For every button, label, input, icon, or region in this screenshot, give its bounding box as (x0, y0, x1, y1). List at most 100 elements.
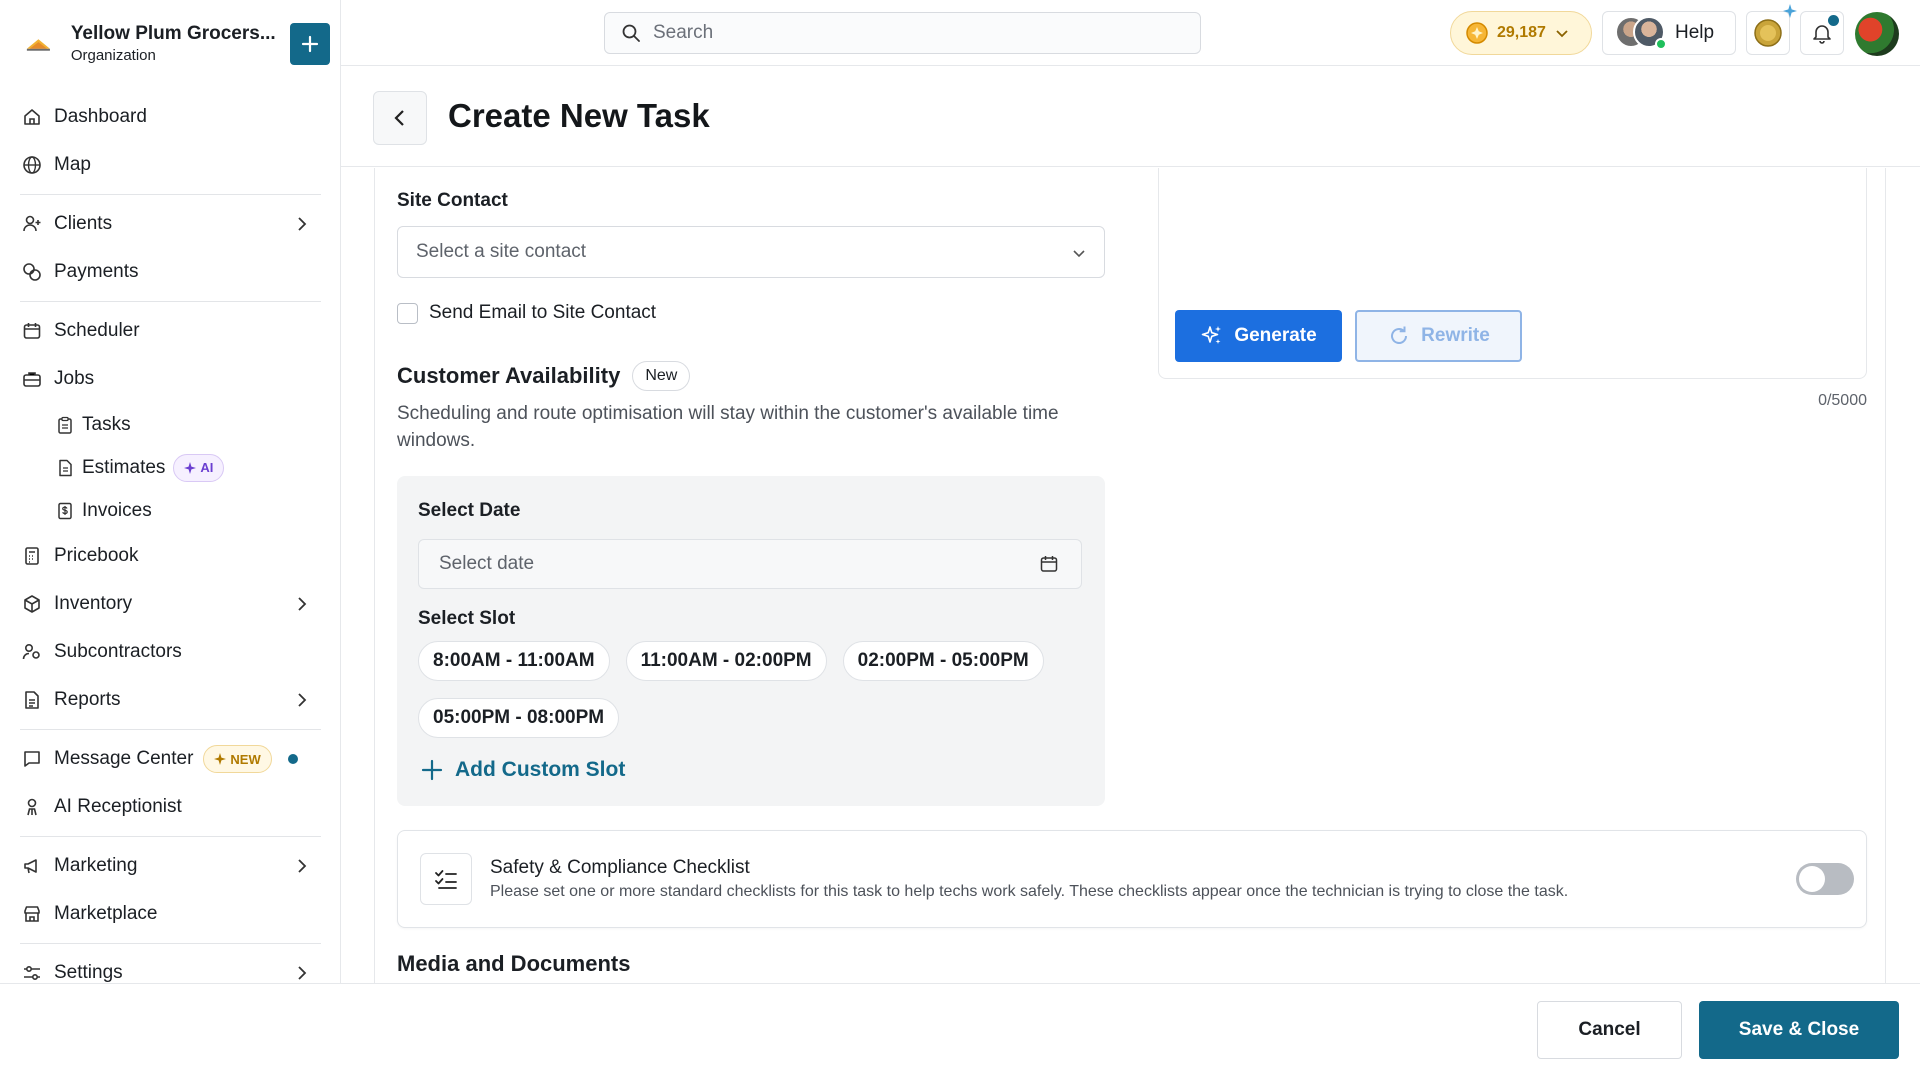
customer-availability-title: Customer Availability (397, 363, 621, 388)
sidebar-item-label: Invoices (82, 499, 152, 521)
sidebar-item-label: Map (54, 154, 91, 175)
org-switcher[interactable]: Yellow Plum Grocers... Organization (24, 18, 330, 70)
character-counter: 0/5000 (1818, 392, 1867, 409)
sidebar-item-label: Marketing (54, 855, 138, 876)
ai-badge: AI (173, 453, 225, 482)
sidebar-item-label: Inventory (54, 593, 133, 614)
sidebar-item-label: Clients (54, 213, 113, 234)
help-button[interactable]: Help (1602, 11, 1736, 55)
safety-checklist-card: Safety & Compliance Checklist Please set… (397, 830, 1867, 928)
back-button[interactable] (373, 91, 427, 145)
add-custom-slot-button[interactable]: Add Custom Slot (421, 758, 625, 782)
calendar-icon (23, 323, 41, 339)
sidebar-item-dashboard[interactable]: Dashboard (0, 93, 341, 141)
sidebar-item-estimates[interactable]: Estimates AI (0, 446, 341, 489)
sidebar-item-marketplace[interactable]: Marketplace (0, 890, 341, 938)
site-contact-select[interactable]: Select a site contact (397, 226, 1105, 278)
add-custom-slot-label: Add Custom Slot (455, 758, 626, 781)
support-avatars (1615, 16, 1667, 50)
invoice-icon (58, 502, 72, 519)
select-slot-label: Select Slot (418, 608, 516, 629)
sidebar-item-label: Scheduler (54, 320, 140, 341)
sidebar-item-payments[interactable]: Payments (0, 248, 341, 296)
coins-balance-button[interactable]: 29,187 (1450, 11, 1592, 55)
page-title: Create New Task (448, 97, 710, 134)
message-icon (24, 751, 40, 767)
report-icon (25, 691, 39, 709)
form-footer: Cancel Save & Close (0, 983, 1920, 1083)
notification-dot (1828, 15, 1839, 26)
sliders-icon (24, 965, 40, 981)
divider (20, 194, 321, 195)
task-form: Site Contact Select a site contact Send … (374, 168, 1886, 983)
sidebar: Yellow Plum Grocers... Organization Dash… (0, 0, 341, 983)
generate-label: Generate (1234, 325, 1317, 346)
chevron-right-icon (298, 859, 307, 873)
ai-badge-label: AI (200, 460, 214, 475)
sidebar-item-marketing[interactable]: Marketing (0, 842, 341, 890)
quick-add-button[interactable] (289, 23, 330, 65)
sidebar-item-clients[interactable]: Clients (0, 200, 341, 248)
toggle-knob (1799, 866, 1825, 892)
rewrite-button[interactable]: Rewrite (1355, 310, 1522, 362)
checklist-icon (420, 853, 472, 905)
save-close-button[interactable]: Save & Close (1699, 1001, 1899, 1059)
search-icon (622, 24, 640, 42)
date-placeholder: Select date (439, 553, 535, 574)
calendar-icon (1040, 556, 1058, 572)
new-badge-label: NEW (230, 751, 261, 767)
safety-checklist-description: Please set one or more standard checklis… (490, 883, 1569, 900)
sidebar-item-subcontractors[interactable]: Subcontractors (0, 628, 341, 676)
ai-description-box: Generate Rewrite (1158, 168, 1867, 379)
notifications-button[interactable] (1800, 11, 1844, 55)
refresh-icon (1391, 326, 1408, 344)
briefcase-icon (23, 372, 41, 387)
sidebar-item-pricebook[interactable]: Pricebook (0, 532, 341, 580)
profile-avatar[interactable] (1855, 12, 1899, 56)
sidebar-item-label: AI Receptionist (54, 796, 182, 817)
search-input[interactable] (653, 22, 1173, 44)
sidebar-item-label: Message Center (54, 748, 194, 769)
top-bar: 29,187 Help (341, 0, 1920, 66)
search-bar[interactable] (604, 12, 1201, 54)
sidebar-item-scheduler[interactable]: Scheduler (0, 307, 341, 355)
home-icon (24, 109, 40, 125)
sidebar-item-inventory[interactable]: Inventory (0, 580, 341, 628)
sidebar-item-message-center[interactable]: Message Center NEW (0, 735, 341, 783)
box-icon (24, 595, 40, 613)
sidebar-item-tasks[interactable]: Tasks (0, 403, 341, 446)
sidebar-item-jobs[interactable]: Jobs (0, 355, 341, 403)
sidebar-item-invoices[interactable]: Invoices (0, 489, 341, 532)
sidebar-item-label: Jobs (54, 368, 95, 389)
generate-button[interactable]: Generate (1175, 310, 1342, 362)
sidebar-item-label: Pricebook (54, 545, 139, 566)
sidebar-item-label: Payments (54, 261, 139, 282)
sidebar-item-reports[interactable]: Reports (0, 676, 341, 724)
slot-option[interactable]: 8:00AM - 11:00AM (418, 641, 610, 681)
sidebar-item-map[interactable]: Map (0, 141, 341, 189)
sidebar-item-label: Subcontractors (54, 641, 182, 662)
megaphone-icon (24, 859, 37, 874)
sidebar-item-label: Reports (54, 689, 121, 710)
divider (20, 943, 321, 944)
cancel-button[interactable]: Cancel (1537, 1001, 1682, 1059)
slot-option[interactable]: 05:00PM - 08:00PM (418, 698, 620, 738)
slot-options: 8:00AM - 11:00AM 11:00AM - 02:00PM 02:00… (418, 641, 1098, 738)
site-contact-placeholder: Select a site contact (416, 241, 587, 262)
sidebar-item-ai-receptionist[interactable]: AI Receptionist (0, 783, 341, 831)
plus-icon (301, 35, 318, 53)
date-picker-input[interactable]: Select date (418, 539, 1082, 589)
sidebar-item-label: Settings (54, 962, 123, 983)
coins-icon (23, 263, 41, 281)
safety-checklist-toggle[interactable] (1796, 863, 1854, 895)
slot-option[interactable]: 11:00AM - 02:00PM (625, 641, 827, 681)
divider (20, 836, 321, 837)
chevron-right-icon (298, 597, 307, 611)
media-documents-heading: Media and Documents (397, 951, 631, 976)
send-email-checkbox[interactable] (397, 302, 418, 324)
slot-option[interactable]: 02:00PM - 05:00PM (842, 641, 1044, 681)
sparkle-icon (184, 461, 197, 474)
site-contact-label: Site Contact (397, 190, 508, 211)
users-icon (22, 643, 40, 660)
rewards-button[interactable] (1746, 4, 1797, 55)
